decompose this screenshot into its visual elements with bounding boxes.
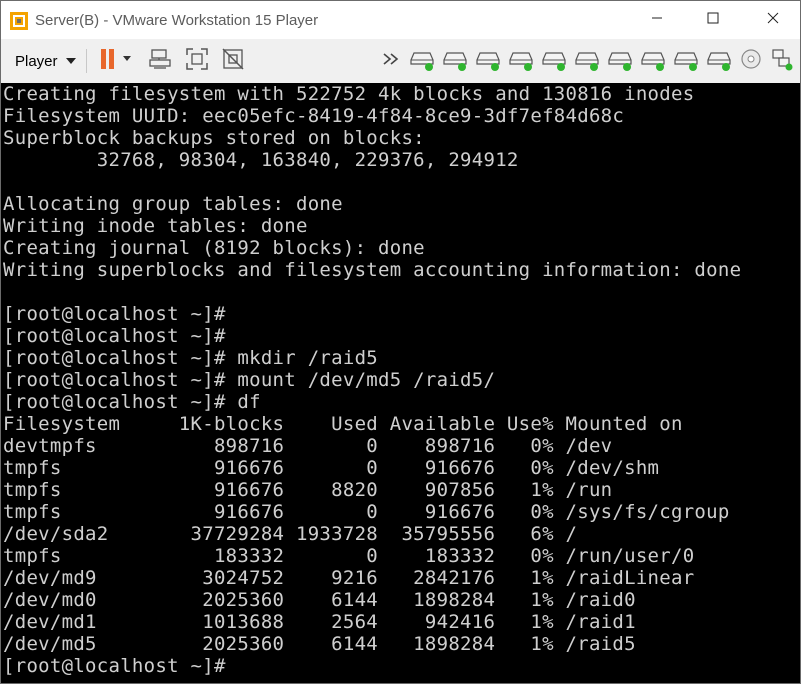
console-line: [root@localhost ~]# mkdir /raid5 [3, 347, 379, 369]
console-line: tmpfs 916676 0 916676 0% /sys/fs/cgroup [3, 501, 730, 523]
console-line: [root@localhost ~]# [3, 655, 226, 677]
hard-disk-icon [541, 46, 567, 77]
hard-disk-icon [574, 46, 600, 77]
pause-icon [97, 48, 133, 75]
send-ctrl-alt-del-button[interactable] [147, 48, 173, 74]
fullscreen-button[interactable] [184, 47, 210, 76]
more-devices-button[interactable] [379, 48, 405, 74]
console-line: /dev/sda2 37729284 1933728 35795556 6% / [3, 523, 578, 545]
device-8-button[interactable] [640, 48, 666, 74]
device-10-button[interactable] [706, 48, 732, 74]
console-line: Writing superblocks and filesystem accou… [3, 259, 742, 281]
console-line: [root@localhost ~]# [3, 303, 226, 325]
console-line: Writing inode tables: done [3, 215, 308, 237]
device-1-button[interactable] [409, 48, 435, 74]
hard-disk-icon [508, 46, 534, 77]
player-menu-button[interactable]: Player [7, 47, 84, 75]
console-line: tmpfs 916676 8820 907856 1% /run [3, 479, 613, 501]
console-line: tmpfs 916676 0 916676 0% /dev/shm [3, 457, 660, 479]
console-line: devtmpfs 898716 0 898716 0% /dev [3, 435, 613, 457]
hard-disk-icon [409, 46, 435, 77]
console-line: /dev/md1 1013688 2564 942416 1% /raid1 [3, 611, 636, 633]
console-line: Creating journal (8192 blocks): done [3, 237, 425, 259]
close-button[interactable] [750, 1, 796, 39]
hard-disk-icon [607, 46, 633, 77]
toolbar-divider [86, 49, 87, 73]
hard-disk-icon [442, 46, 468, 77]
device-2-button[interactable] [442, 48, 468, 74]
send-keys-icon [148, 47, 172, 76]
device-5-button[interactable] [541, 48, 567, 74]
player-toolbar: Player [1, 39, 800, 84]
close-icon [767, 11, 779, 29]
network-icon [770, 47, 794, 76]
console-line: Filesystem 1K-blocks Used Available Use%… [3, 413, 683, 435]
console-line: [root@localhost ~]# [3, 325, 226, 347]
device-9-button[interactable] [673, 48, 699, 74]
hard-disk-icon [706, 46, 732, 77]
maximize-button[interactable] [690, 1, 736, 39]
window-title: Server(B) - VMware Workstation 15 Player [35, 12, 319, 29]
console-line: /dev/md0 2025360 6144 1898284 1% /raid0 [3, 589, 636, 611]
vmware-app-icon [10, 12, 28, 30]
chevron-down-icon [65, 58, 76, 64]
console-line: Allocating group tables: done [3, 193, 343, 215]
console-line: Superblock backups stored on blocks: [3, 127, 425, 149]
fullscreen-icon [185, 47, 209, 76]
cd-icon [740, 48, 762, 75]
device-3-button[interactable] [475, 48, 501, 74]
unity-button[interactable] [220, 47, 246, 76]
minimize-icon [651, 11, 663, 29]
hard-disk-icon [475, 46, 501, 77]
console-line: /dev/md5 2025360 6144 1898284 1% /raid5 [3, 633, 636, 655]
device-7-button[interactable] [607, 48, 633, 74]
maximize-icon [707, 11, 719, 29]
device-4-button[interactable] [508, 48, 534, 74]
double-chevron-right-icon [381, 51, 403, 72]
hard-disk-icon [640, 46, 666, 77]
console-line: [root@localhost ~]# mount /dev/md5 /raid… [3, 369, 496, 391]
console-line: Creating filesystem with 522752 4k block… [3, 83, 695, 105]
pause-button[interactable] [93, 48, 137, 74]
player-menu-label: Player [15, 52, 58, 70]
console-line: Filesystem UUID: eec05efc-8419-4f84-8ce9… [3, 105, 625, 127]
unity-icon [221, 47, 245, 76]
console-line: 32768, 98304, 163840, 229376, 294912 [3, 149, 519, 171]
console-line: /dev/md9 3024752 9216 2842176 1% /raidLi… [3, 567, 695, 589]
hard-disk-icon [673, 46, 699, 77]
minimize-button[interactable] [634, 1, 680, 39]
device-6-button[interactable] [574, 48, 600, 74]
console-screen[interactable]: Creating filesystem with 522752 4k block… [1, 83, 800, 683]
network-adapter-button[interactable] [769, 48, 795, 74]
cd-dvd-button[interactable] [738, 48, 764, 74]
console-line: tmpfs 183332 0 183332 0% /run/user/0 [3, 545, 695, 567]
vmware-window: Server(B) - VMware Workstation 15 Player… [0, 0, 801, 684]
title-bar: Server(B) - VMware Workstation 15 Player [1, 1, 800, 39]
console-line: [root@localhost ~]# df [3, 391, 261, 413]
